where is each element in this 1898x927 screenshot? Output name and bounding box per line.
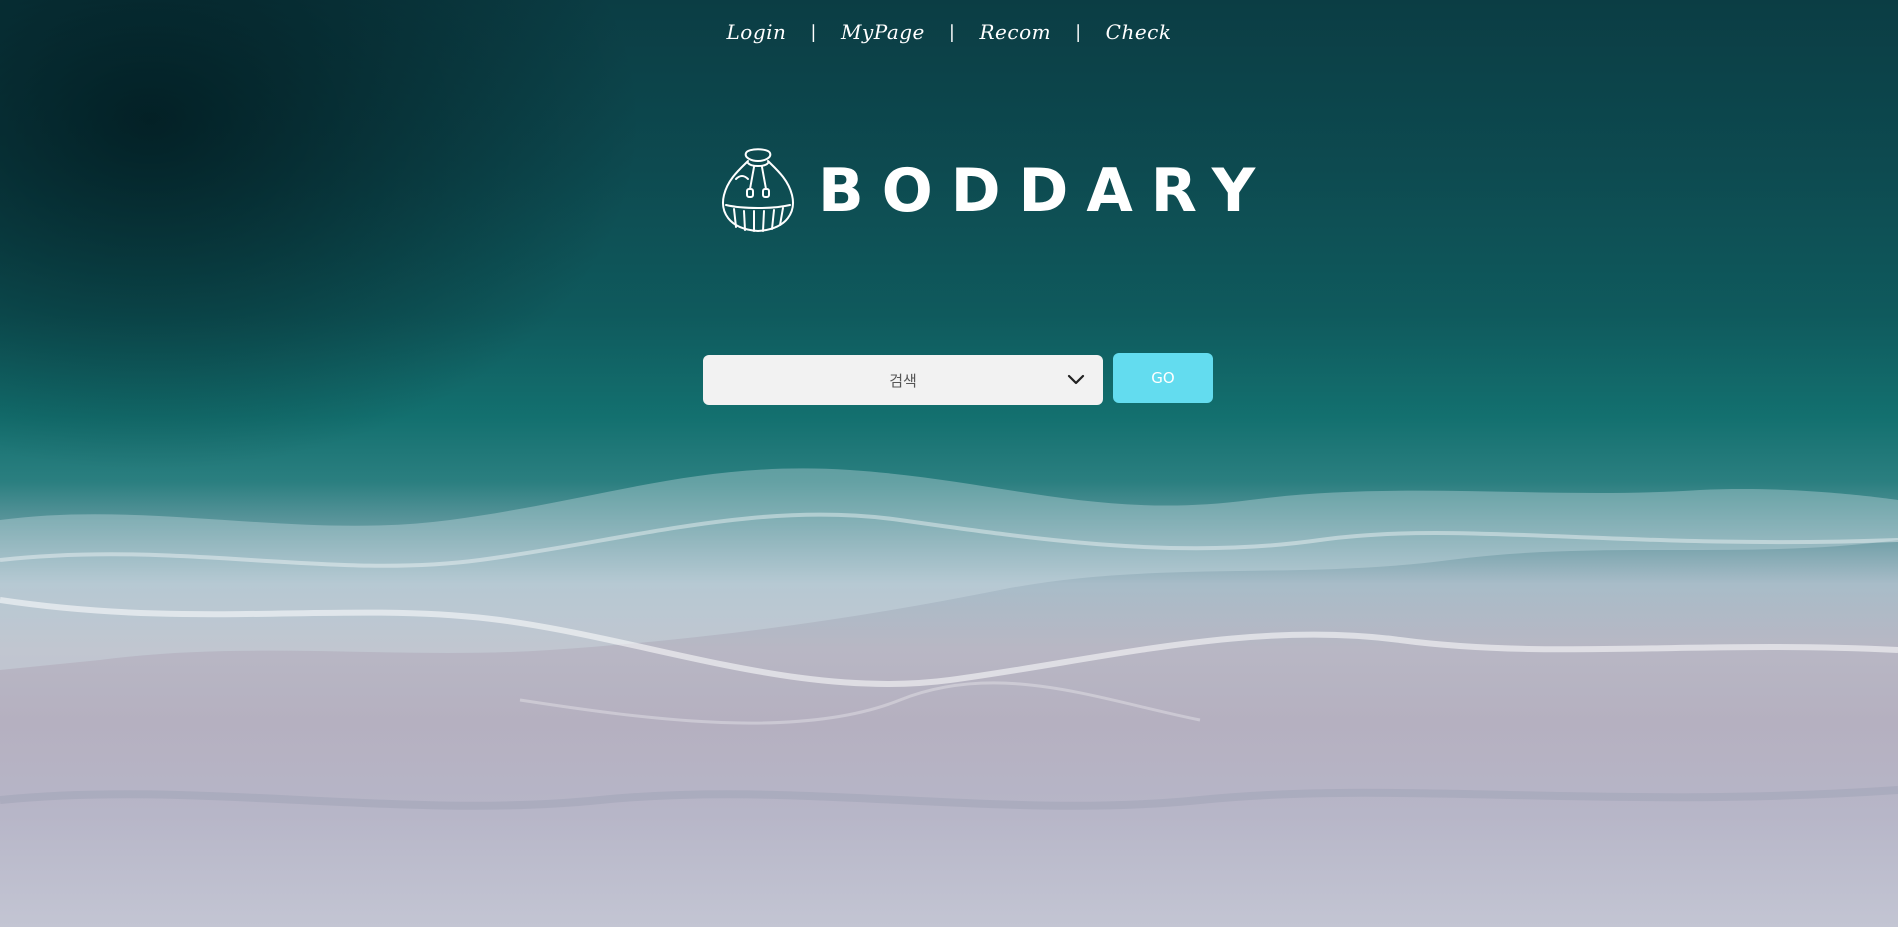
brand-name: BODDARY bbox=[818, 156, 1274, 226]
nav-separator: | bbox=[810, 21, 817, 43]
pouch-icon bbox=[722, 148, 794, 232]
nav-recom-link[interactable]: Recom bbox=[955, 20, 1075, 44]
chevron-down-icon bbox=[1067, 374, 1085, 385]
nav-separator: | bbox=[948, 21, 956, 43]
search-dropdown[interactable]: 검색 bbox=[703, 355, 1103, 405]
search-dropdown-value: 검색 bbox=[889, 371, 917, 390]
go-button[interactable]: GO bbox=[1113, 353, 1213, 403]
nav-login-link[interactable]: Login bbox=[703, 20, 811, 44]
wave-foam-decoration bbox=[0, 468, 1898, 810]
brand-logo[interactable]: BODDARY bbox=[718, 145, 1273, 237]
top-nav: Login | MyPage | Recom | Check bbox=[0, 20, 1898, 44]
nav-separator: | bbox=[1075, 21, 1082, 43]
nav-check-link[interactable]: Check bbox=[1082, 20, 1196, 44]
nav-mypage-link[interactable]: MyPage bbox=[817, 20, 949, 44]
